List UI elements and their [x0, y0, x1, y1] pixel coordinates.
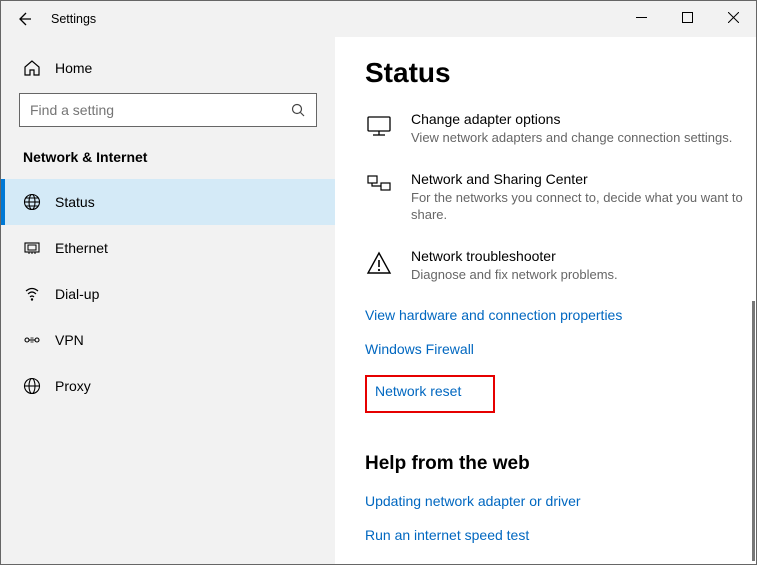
- page-title: Status: [365, 57, 748, 89]
- search-input[interactable]: [30, 102, 291, 118]
- action-desc: Diagnose and fix network problems.: [411, 266, 618, 284]
- search-box[interactable]: [19, 93, 317, 127]
- home-label: Home: [55, 60, 92, 76]
- sidebar-item-ethernet[interactable]: Ethernet: [1, 225, 335, 271]
- titlebar: Settings: [1, 1, 756, 37]
- vpn-icon: [23, 331, 41, 349]
- sidebar-item-proxy[interactable]: Proxy: [1, 363, 335, 409]
- action-title: Network troubleshooter: [411, 248, 618, 264]
- minimize-icon: [636, 12, 647, 23]
- sidebar-item-label: Status: [55, 194, 95, 210]
- back-button[interactable]: [1, 1, 47, 37]
- action-title: Network and Sharing Center: [411, 171, 748, 187]
- maximize-icon: [682, 12, 693, 23]
- link-hardware-properties[interactable]: View hardware and connection properties: [365, 307, 622, 323]
- link-network-reset[interactable]: Network reset: [375, 383, 461, 399]
- search-icon: [291, 103, 306, 118]
- highlight-network-reset: Network reset: [365, 375, 495, 413]
- action-troubleshooter[interactable]: Network troubleshooter Diagnose and fix …: [365, 248, 748, 284]
- proxy-icon: [23, 377, 41, 395]
- minimize-button[interactable]: [618, 1, 664, 33]
- sidebar-item-label: Dial-up: [55, 286, 99, 302]
- link-help-adapter[interactable]: Updating network adapter or driver: [365, 493, 581, 509]
- sidebar-item-label: Proxy: [55, 378, 91, 394]
- action-desc: For the networks you connect to, decide …: [411, 189, 748, 224]
- help-heading: Help from the web: [365, 453, 748, 475]
- sidebar-item-label: Ethernet: [55, 240, 108, 256]
- globe-icon: [23, 193, 41, 211]
- sidebar-section-heading: Network & Internet: [1, 145, 335, 179]
- dialup-icon: [23, 285, 41, 303]
- sidebar-item-vpn[interactable]: VPN: [1, 317, 335, 363]
- action-adapter-options[interactable]: Change adapter options View network adap…: [365, 111, 748, 147]
- action-desc: View network adapters and change connect…: [411, 129, 732, 147]
- link-windows-firewall[interactable]: Windows Firewall: [365, 341, 474, 357]
- monitor-icon: [365, 113, 393, 141]
- search-container: [1, 87, 335, 145]
- network-icon: [365, 173, 393, 201]
- close-button[interactable]: [710, 1, 756, 33]
- link-help-ip[interactable]: Finding my IP address: [365, 561, 504, 564]
- back-arrow-icon: [16, 11, 32, 27]
- sidebar: Home Network & Internet Status Ethernet: [1, 37, 335, 564]
- window-controls: [618, 1, 756, 33]
- home-icon: [23, 59, 41, 77]
- action-title: Change adapter options: [411, 111, 732, 127]
- link-help-speedtest[interactable]: Run an internet speed test: [365, 527, 529, 543]
- content-pane: Status Change adapter options View netwo…: [335, 37, 756, 564]
- sidebar-item-status[interactable]: Status: [1, 179, 335, 225]
- sidebar-item-dialup[interactable]: Dial-up: [1, 271, 335, 317]
- maximize-button[interactable]: [664, 1, 710, 33]
- close-icon: [728, 12, 739, 23]
- ethernet-icon: [23, 239, 41, 257]
- window-title: Settings: [47, 12, 96, 26]
- home-nav[interactable]: Home: [1, 49, 335, 87]
- scrollbar[interactable]: [752, 301, 755, 561]
- sidebar-item-label: VPN: [55, 332, 84, 348]
- action-sharing-center[interactable]: Network and Sharing Center For the netwo…: [365, 171, 748, 224]
- warning-icon: [365, 250, 393, 278]
